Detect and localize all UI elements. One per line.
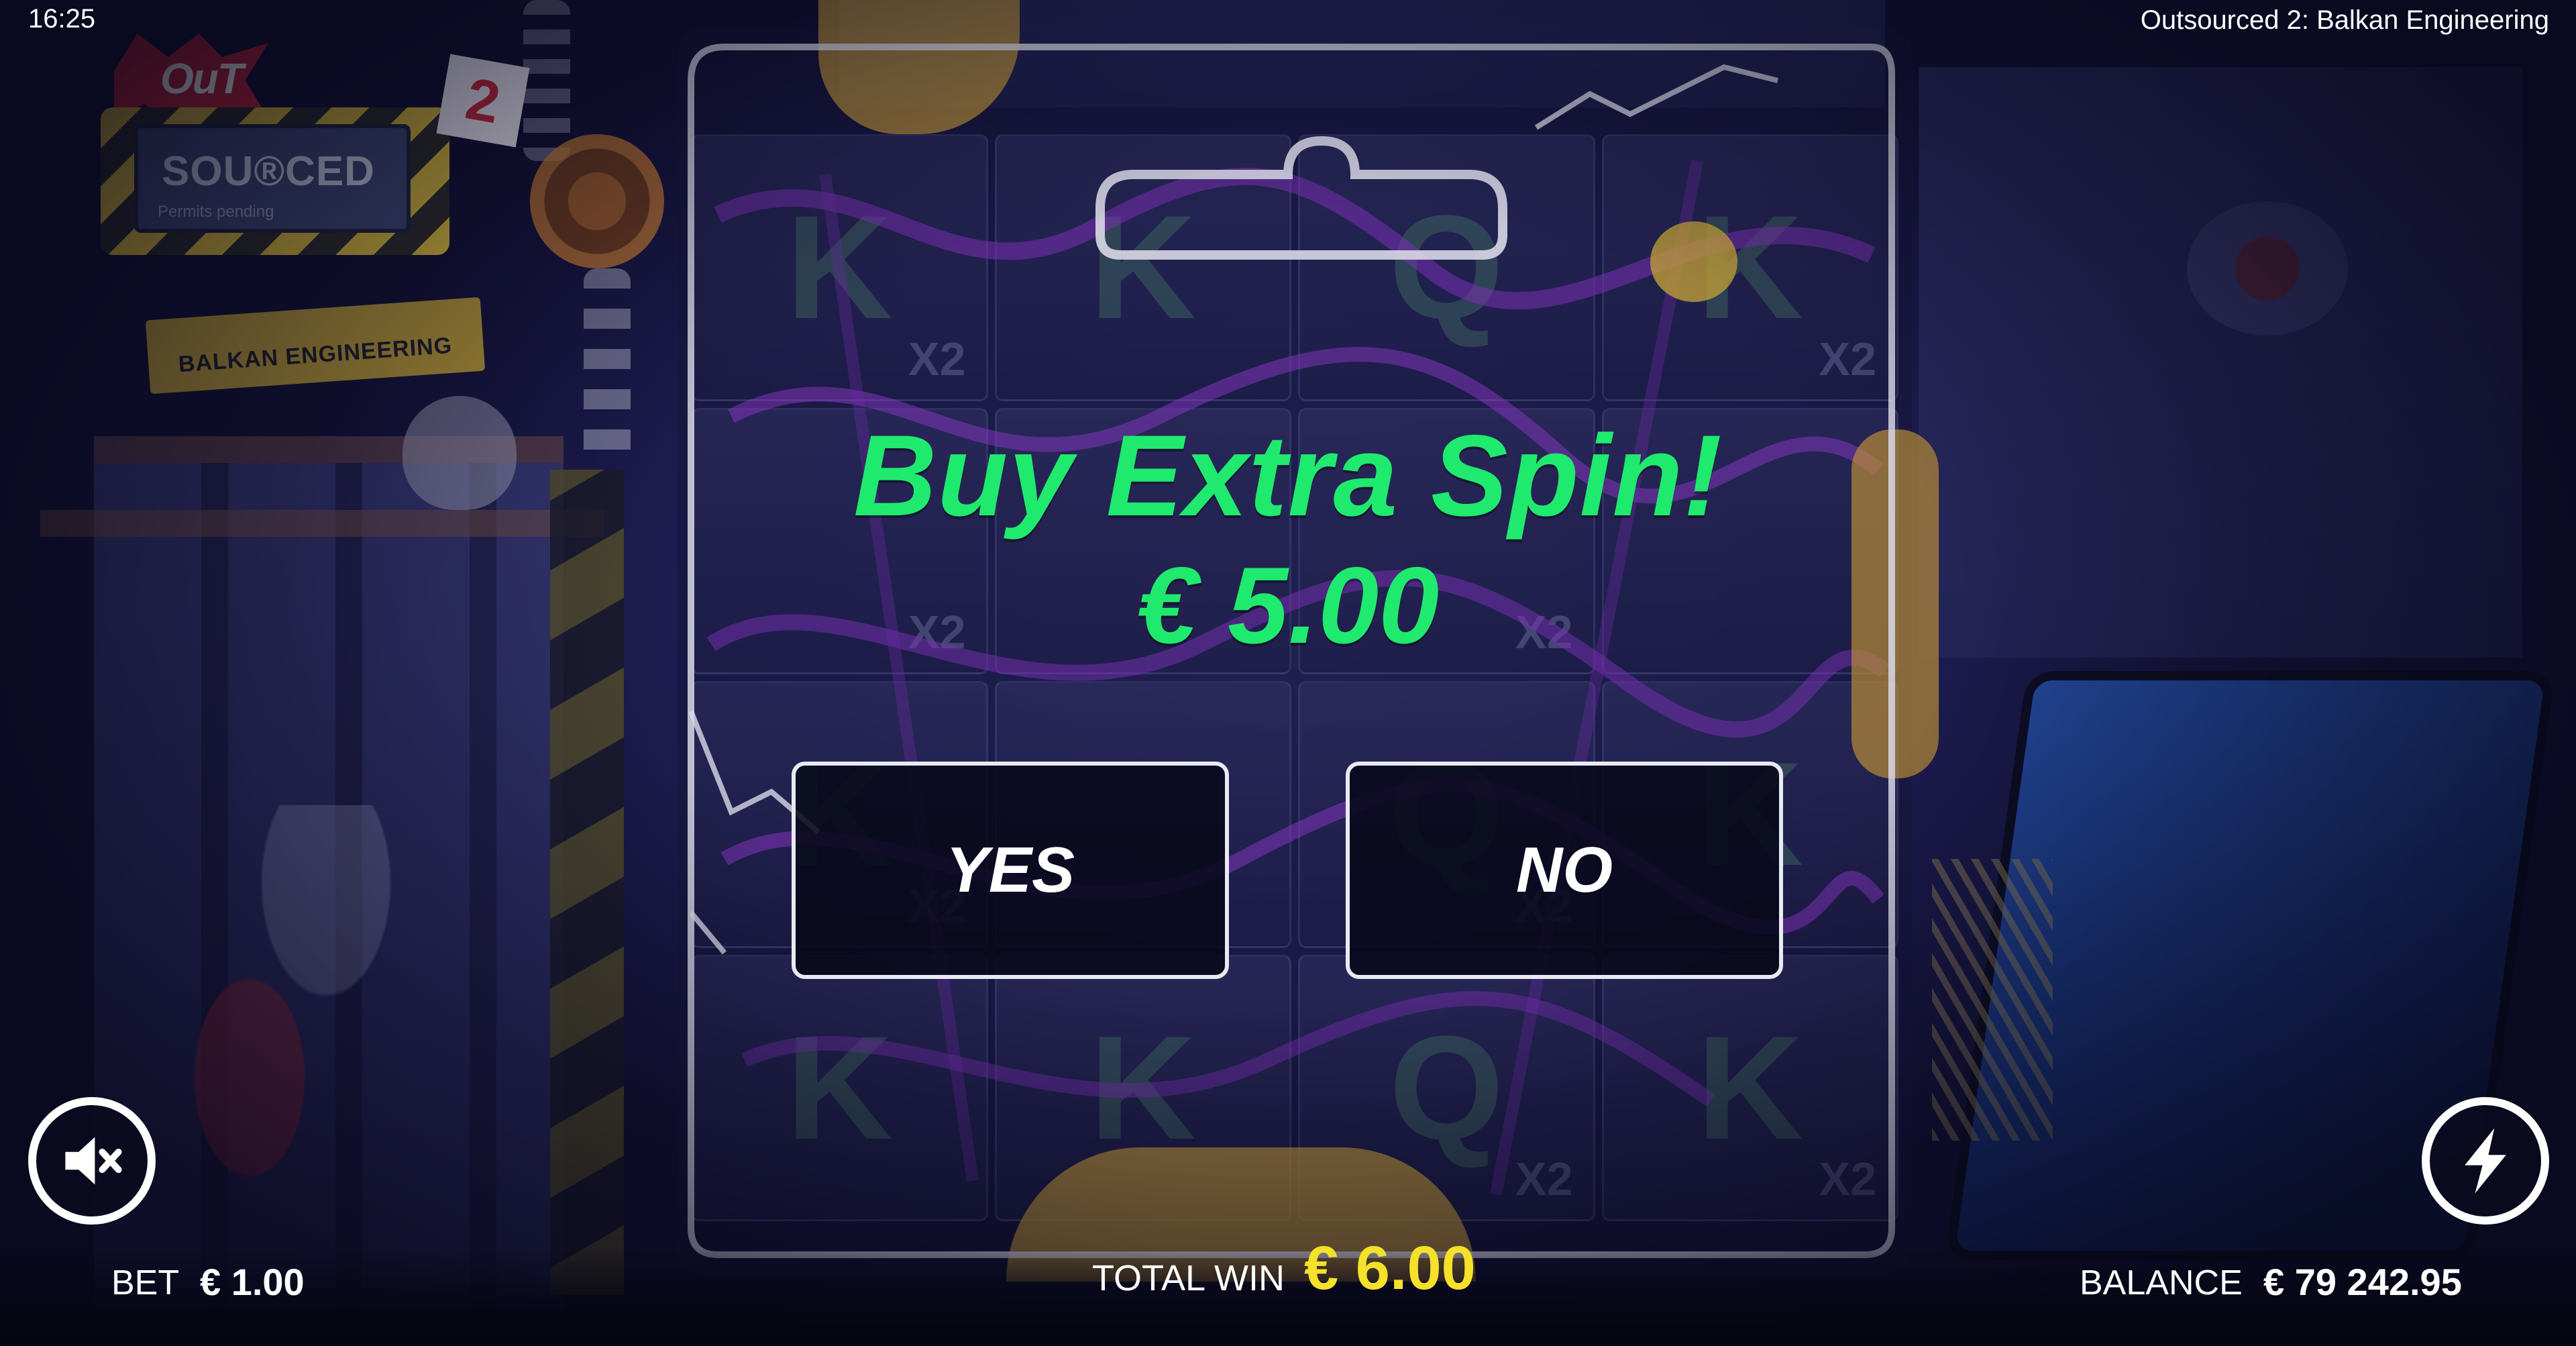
- reel-symbol: Q: [1389, 185, 1504, 350]
- logo-permits-text: Permits pending: [158, 203, 274, 221]
- reel-cell: KX2: [1601, 134, 1898, 401]
- buy-extra-spin-title: Buy Extra Spin!: [853, 411, 1723, 540]
- reel-cell: K X2: [691, 134, 988, 401]
- background-tools: [148, 805, 402, 1194]
- background-hazard-pole: [550, 470, 624, 1295]
- reel-symbol: K: [1697, 1004, 1804, 1170]
- reel-symbol: Q: [1389, 1004, 1504, 1170]
- background-pulley: [530, 134, 664, 268]
- background-hanging-chain: [584, 268, 631, 470]
- total-win-value: € 6.00: [1304, 1234, 1476, 1302]
- logo-number: 2: [436, 54, 530, 148]
- logo-out-text: OuT: [160, 54, 244, 103]
- yes-button[interactable]: YES: [792, 762, 1229, 979]
- background-chain: [523, 0, 570, 161]
- background-tape-roll: [2187, 201, 2348, 335]
- total-win-label: TOTAL WIN: [1092, 1258, 1285, 1298]
- reel-multiplier: X2: [1819, 1153, 1876, 1205]
- bet-value[interactable]: € 1.00: [200, 1260, 305, 1304]
- reel-multiplier: X2: [1819, 332, 1876, 385]
- reel-symbol: K: [786, 1004, 893, 1170]
- speaker-muted-icon: [65, 1137, 122, 1185]
- balance-value: € 79 242.95: [2263, 1261, 2462, 1303]
- reel-symbol: K: [786, 185, 893, 350]
- reel-cell: K X2: [1601, 954, 1898, 1221]
- cement-splat-small: [1650, 221, 1737, 302]
- reel-grid: KX2KQKX2X2X2KX2QX2KKKQX2KX2: [691, 134, 1898, 1221]
- reel-cell: K: [691, 954, 988, 1221]
- background-beam: [40, 510, 604, 537]
- reel-multiplier: X2: [908, 332, 966, 385]
- background-wall-right: [1919, 67, 2522, 658]
- no-button[interactable]: NO: [1346, 762, 1783, 979]
- turbo-spin-button[interactable]: [2422, 1097, 2549, 1225]
- reel-multiplier: X2: [1515, 1153, 1573, 1205]
- balance-label: BALANCE: [2080, 1263, 2243, 1302]
- reel-symbol: K: [1089, 185, 1197, 350]
- background-rope: [1932, 859, 2053, 1141]
- bet-label: BET: [111, 1263, 180, 1302]
- extra-spin-price: € 5.00: [1136, 545, 1440, 666]
- game-stage: OuT SOU®CED Permits pending 2 BALKAN ENG…: [0, 0, 2576, 1346]
- sound-toggle-button[interactable]: [28, 1097, 156, 1225]
- reel-cell: K: [994, 134, 1291, 401]
- game-logo: OuT SOU®CED Permits pending 2 BALKAN ENG…: [94, 27, 530, 395]
- background-pigeon: [402, 396, 517, 510]
- lightning-icon: [2465, 1128, 2506, 1194]
- system-clock: 16:25: [28, 4, 96, 34]
- logo-sourced-text: SOU®CED: [162, 148, 375, 195]
- reel-cell: Q: [1298, 134, 1595, 401]
- game-title: Outsourced 2: Balkan Engineering: [2140, 5, 2549, 35]
